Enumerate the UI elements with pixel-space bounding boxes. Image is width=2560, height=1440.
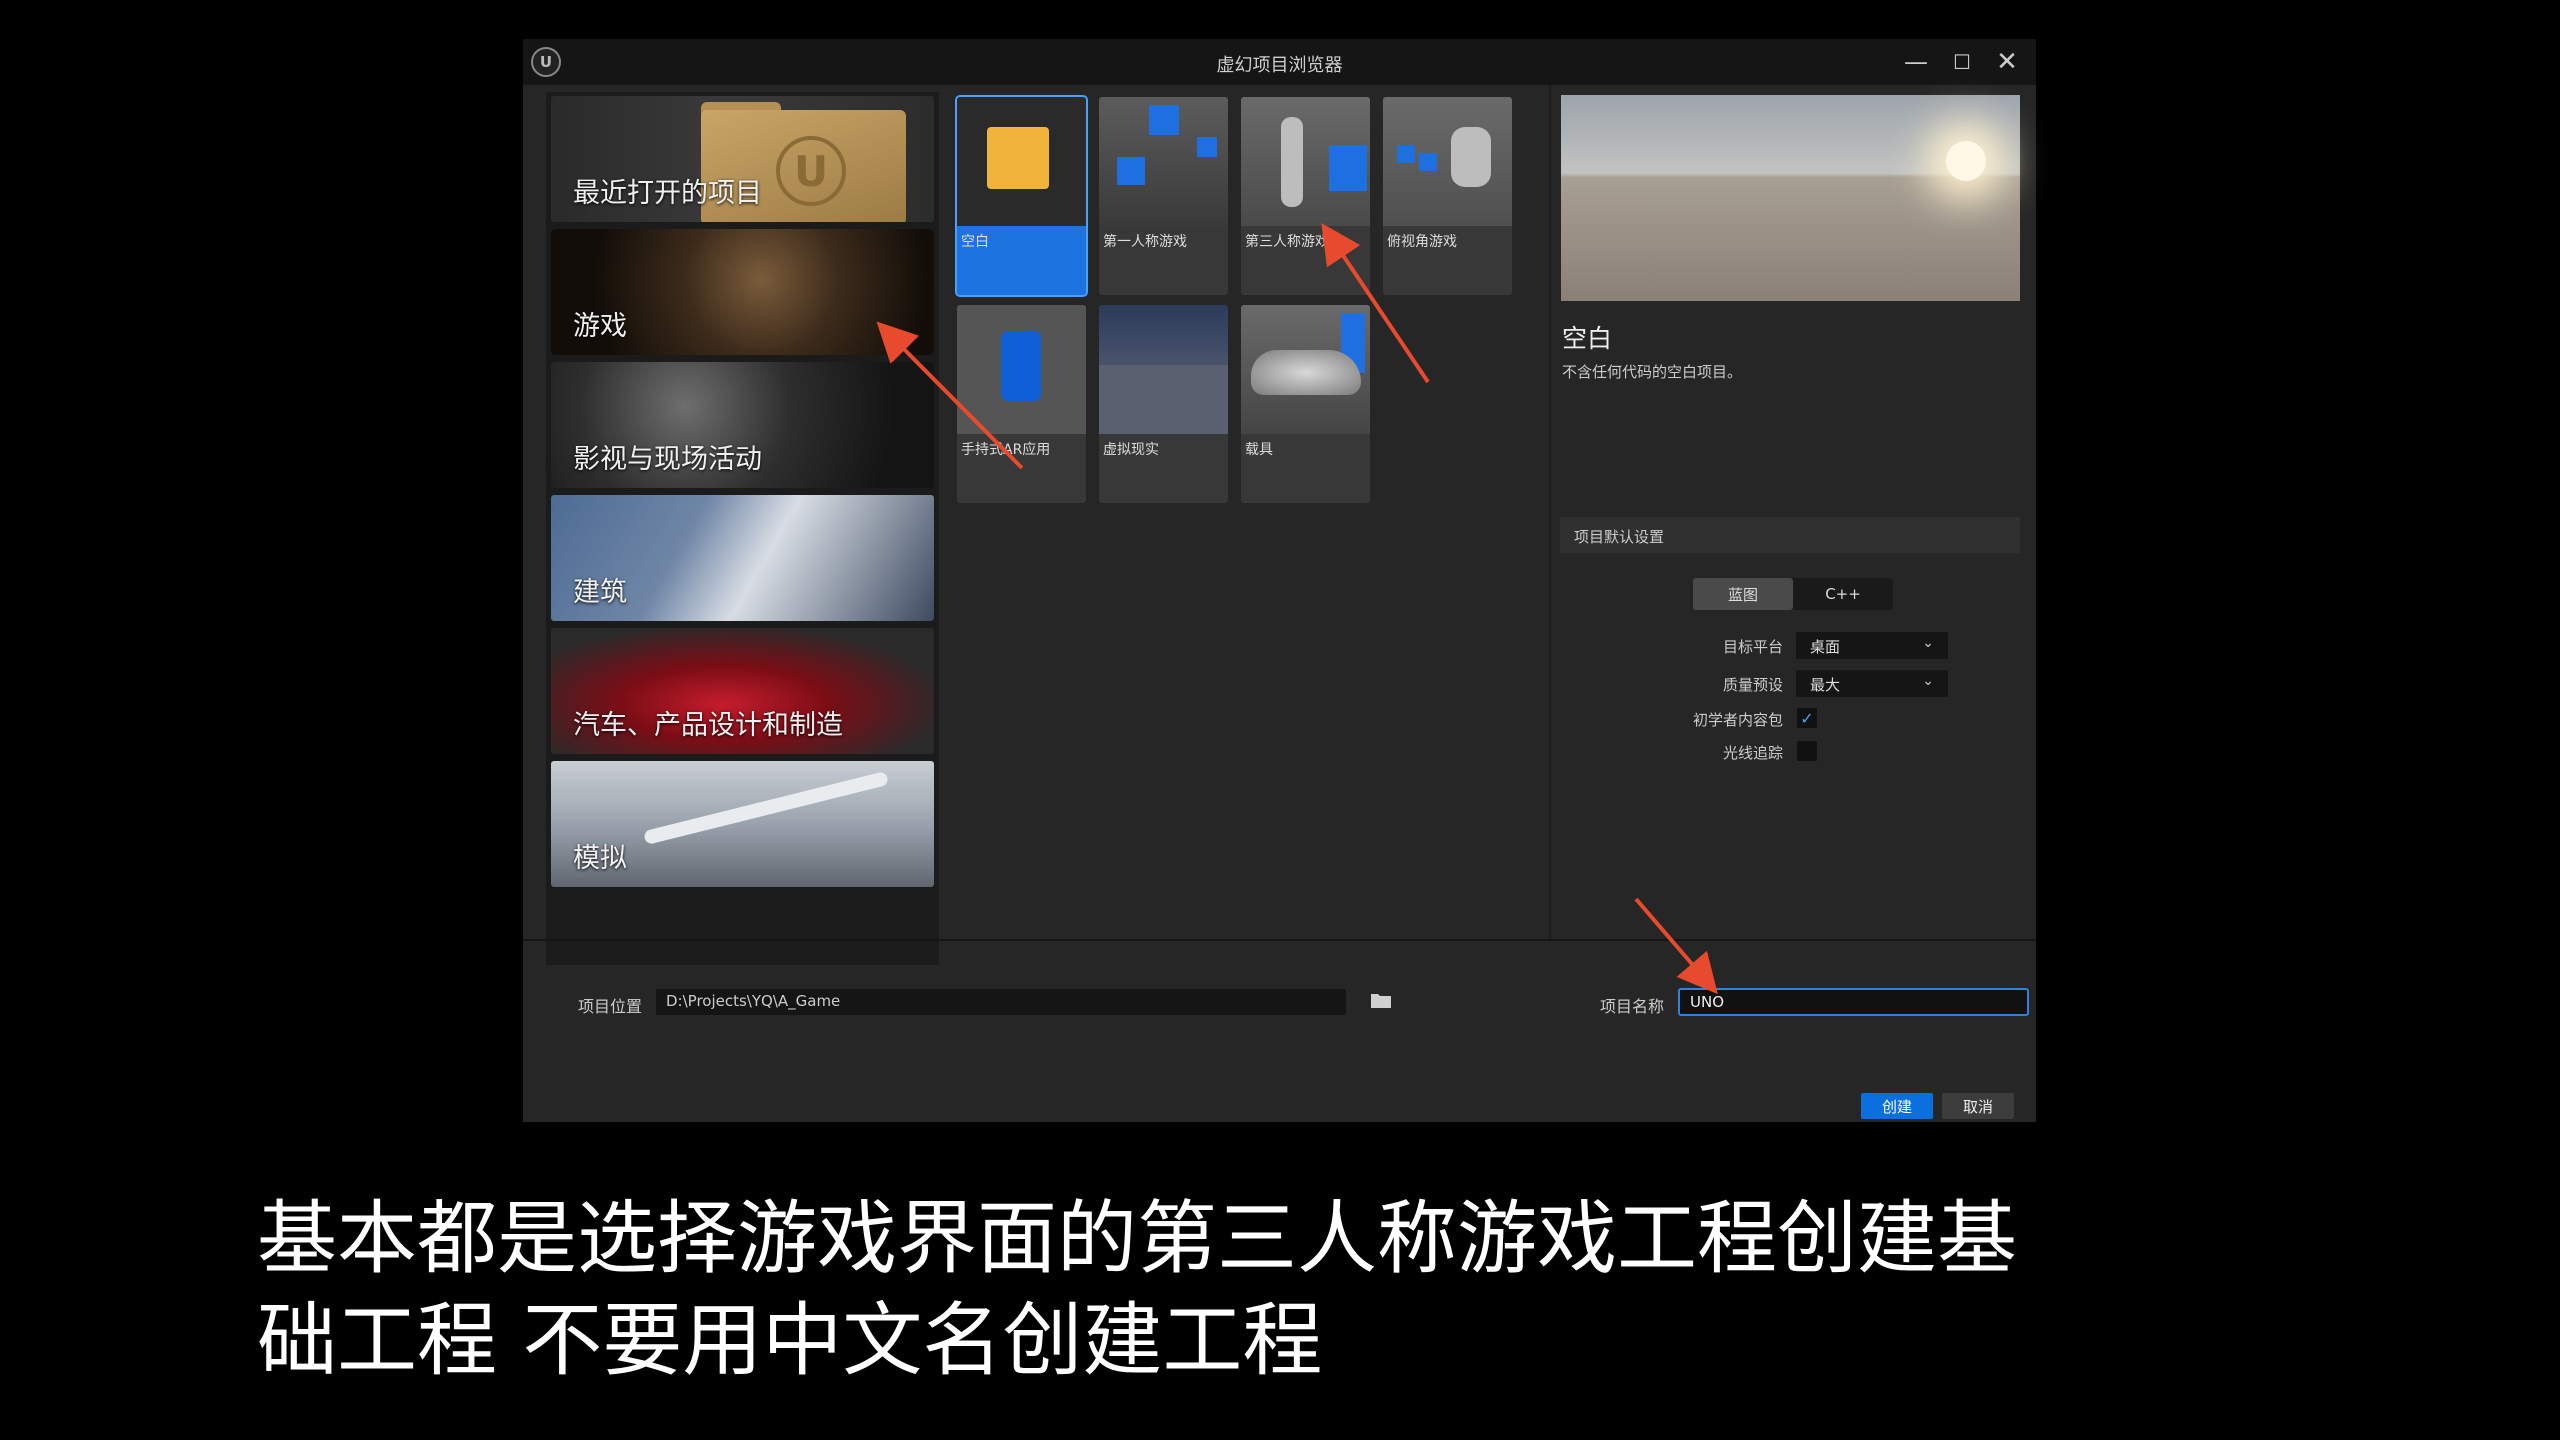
chevron-down-icon: ⌄ (1922, 673, 1934, 689)
minimize-button[interactable]: — (1894, 45, 1938, 79)
category-automotive[interactable]: 汽车、产品设计和制造 (551, 628, 934, 754)
raytracing-label: 光线追踪 (1722, 744, 1783, 762)
template-thumbnail (957, 97, 1086, 226)
template-handheld-ar[interactable]: 手持式AR应用 (957, 305, 1086, 503)
template-preview-image (1561, 95, 2020, 301)
project-location-label: 项目位置 (578, 997, 643, 1016)
maximize-button[interactable]: ☐ (1940, 45, 1984, 79)
category-label: 最近打开的项目 (573, 178, 762, 209)
window-title: 虚幻项目浏览器 (1216, 55, 1343, 76)
quality-preset-label: 质量预设 (1722, 676, 1783, 694)
target-platform-label: 目标平台 (1722, 638, 1783, 656)
category-list: U 最近打开的项目 游戏 影视与现场活动 建筑 汽车、产品设计和制造 模拟 (546, 92, 939, 965)
template-thumbnail (1241, 305, 1370, 434)
template-title: 空白 (1562, 324, 1613, 353)
template-thumbnail (1383, 97, 1512, 226)
category-label: 汽车、产品设计和制造 (573, 710, 843, 741)
category-label: 游戏 (573, 311, 627, 342)
template-third-person[interactable]: 第三人称游戏 (1241, 97, 1370, 295)
template-first-person[interactable]: 第一人称游戏 (1099, 97, 1228, 295)
cpp-option[interactable]: C++ (1793, 578, 1893, 610)
template-label: 第三人称游戏 (1245, 234, 1329, 250)
template-thumbnail (1099, 97, 1228, 226)
template-label: 俯视角游戏 (1387, 234, 1457, 250)
subtitle-line-1: 基本都是选择游戏界面的第三人称游戏工程创建基 (257, 1192, 2017, 1285)
cancel-button[interactable]: 取消 (1942, 1093, 2014, 1119)
category-games[interactable]: 游戏 (551, 229, 934, 355)
project-name-label: 项目名称 (1600, 997, 1665, 1016)
blueprint-option[interactable]: 蓝图 (1693, 578, 1793, 610)
folder-icon (987, 127, 1049, 189)
category-label: 建筑 (573, 577, 627, 608)
project-location-input[interactable]: D:\Projects\YQ\A_Game (656, 989, 1346, 1015)
title-bar: U 虚幻项目浏览器 — ☐ ✕ (523, 39, 2036, 85)
checkmark-icon: ✓ (1800, 708, 1814, 728)
dropdown-value: 桌面 (1810, 638, 1841, 656)
category-label: 模拟 (573, 843, 627, 874)
category-recent-projects[interactable]: U 最近打开的项目 (551, 96, 934, 222)
template-label: 载具 (1245, 442, 1273, 458)
panel-divider (1549, 85, 1551, 939)
dropdown-value: 最大 (1810, 676, 1841, 694)
category-architecture[interactable]: 建筑 (551, 495, 934, 621)
category-label: 影视与现场活动 (573, 444, 762, 475)
target-platform-dropdown[interactable]: 桌面 ⌄ (1796, 632, 1948, 659)
category-film-live-events[interactable]: 影视与现场活动 (551, 362, 934, 488)
template-top-down[interactable]: 俯视角游戏 (1383, 97, 1512, 295)
create-button[interactable]: 创建 (1861, 1093, 1933, 1119)
phone-icon (1001, 331, 1041, 401)
browse-folder-icon[interactable] (1370, 991, 1392, 1009)
project-defaults-header: 项目默认设置 (1560, 517, 2020, 553)
template-thumbnail (1241, 97, 1370, 226)
template-vehicle[interactable]: 载具 (1241, 305, 1370, 503)
sun-shape (1946, 141, 1986, 181)
car-shape (1251, 350, 1361, 395)
close-button[interactable]: ✕ (1985, 45, 2029, 79)
starter-content-checkbox[interactable]: ✓ (1797, 708, 1817, 728)
chevron-down-icon: ⌄ (1922, 635, 1934, 651)
template-description: 不含任何代码的空白项目。 (1562, 363, 1743, 381)
raytracing-checkbox[interactable] (1797, 741, 1817, 761)
template-blank[interactable]: 空白 (955, 95, 1088, 297)
template-virtual-reality[interactable]: 虚拟现实 (1099, 305, 1228, 503)
subtitle-line-2: 础工程 不要用中文名创建工程 (257, 1294, 1323, 1387)
footer-divider (523, 939, 2036, 941)
template-label: 第一人称游戏 (1103, 234, 1187, 250)
template-thumbnail (957, 305, 1086, 434)
category-simulation[interactable]: 模拟 (551, 761, 934, 887)
template-thumbnail (1099, 305, 1228, 434)
quality-preset-dropdown[interactable]: 最大 ⌄ (1796, 670, 1948, 697)
video-subtitle: 基本都是选择游戏界面的第三人称游戏工程创建基 础工程 不要用中文名创建工程 (257, 1188, 2317, 1392)
language-toggle: 蓝图 C++ (1693, 578, 1893, 610)
starter-content-label: 初学者内容包 (1692, 711, 1783, 729)
template-label: 虚拟现实 (1103, 442, 1159, 458)
template-label: 空白 (961, 234, 989, 250)
template-label: 手持式AR应用 (961, 442, 1051, 458)
unreal-project-browser-window: U 虚幻项目浏览器 — ☐ ✕ U 最近打开的项目 游戏 影视与现场活动 建筑 … (523, 39, 2036, 1122)
project-name-input[interactable]: UNO (1678, 988, 2029, 1016)
unreal-logo-icon: U (776, 136, 846, 206)
